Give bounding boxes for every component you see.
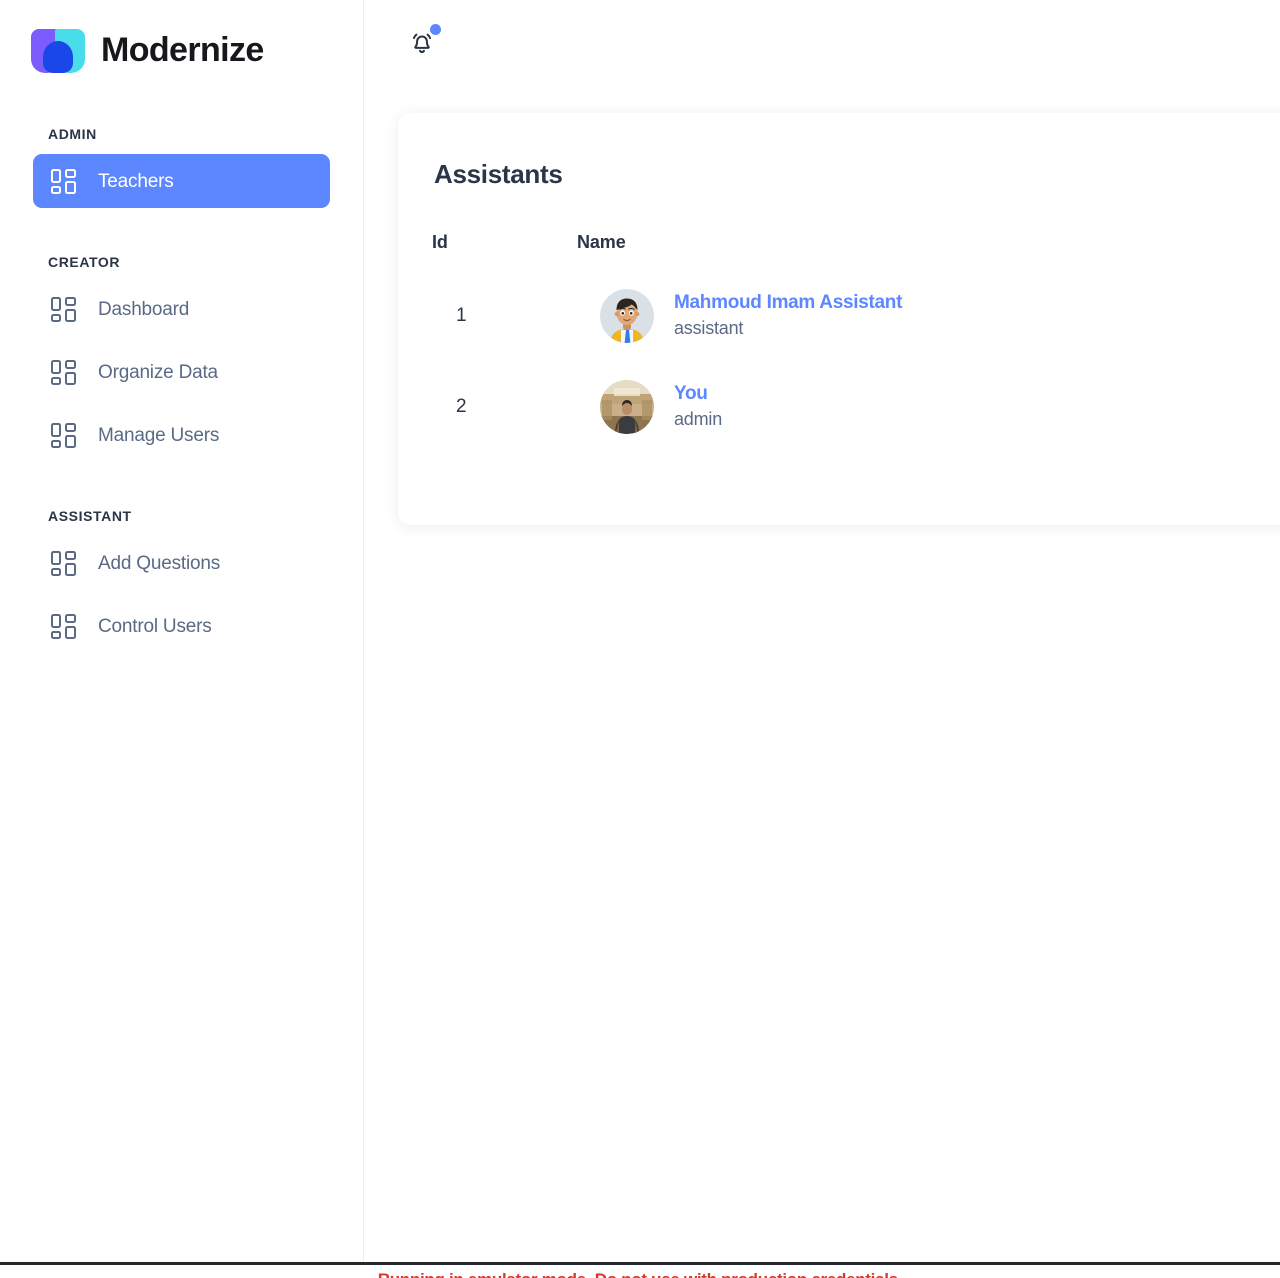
sidebar-item-teachers[interactable]: Teachers <box>33 154 330 208</box>
emulator-banner: Running in emulator mode. Do not use wit… <box>0 1262 1280 1278</box>
emulator-banner-text: Running in emulator mode. Do not use wit… <box>0 1270 1280 1278</box>
cell-name: Mahmoud Imam Assistant assistant <box>577 253 1280 344</box>
brand[interactable]: Modernize <box>0 0 363 74</box>
sidebar-section-admin-title: ADMIN <box>48 126 97 142</box>
grid-icon <box>51 359 76 385</box>
cell-id: 2 <box>456 396 467 417</box>
grid-icon <box>51 422 76 448</box>
sidebar-item-label: Organize Data <box>98 361 218 383</box>
avatar <box>600 289 654 343</box>
sidebar-nav: ADMIN Teachers CREATOR Dashboard Organiz… <box>0 126 363 653</box>
sidebar: Modernize ADMIN Teachers CREATOR Dashboa… <box>0 0 364 1262</box>
brand-name: Modernize <box>101 31 264 69</box>
sidebar-item-label: Add Questions <box>98 552 221 574</box>
person-cell: You admin <box>578 380 1280 434</box>
table-body: 1 Mahmoud Imam Assistant assistant 2 You… <box>432 253 1280 435</box>
person-name-link[interactable]: You <box>674 383 722 405</box>
grid-icon <box>51 550 76 576</box>
person-role: admin <box>674 409 723 430</box>
sidebar-item-add-questions[interactable]: Add Questions <box>33 536 330 590</box>
topbar <box>364 0 1280 88</box>
notification-badge-dot <box>430 24 441 35</box>
person-cell: Mahmoud Imam Assistant assistant <box>578 289 1280 343</box>
grid-icon <box>51 613 76 639</box>
sidebar-item-control-users[interactable]: Control Users <box>33 599 330 653</box>
cell-name: You admin <box>577 344 1280 435</box>
avatar <box>600 380 654 434</box>
sidebar-item-manage-users[interactable]: Manage Users <box>33 408 330 462</box>
main-content: Assistants Id Name 1 Mahmoud Imam Assist… <box>364 0 1280 1262</box>
assistants-card: Assistants Id Name 1 Mahmoud Imam Assist… <box>398 113 1280 525</box>
assistants-table: Id Name 1 Mahmoud Imam Assistant assista… <box>432 232 1280 435</box>
cell-id: 1 <box>456 305 467 326</box>
column-header-id: Id <box>432 232 448 252</box>
sidebar-item-organize-data[interactable]: Organize Data <box>33 345 330 399</box>
page-title: Assistants <box>434 159 563 189</box>
bell-icon <box>409 30 435 59</box>
sidebar-item-label: Teachers <box>98 170 174 192</box>
person-name-link[interactable]: Mahmoud Imam Assistant <box>674 292 902 314</box>
table-row: 2 You admin <box>432 344 1280 435</box>
sidebar-item-dashboard[interactable]: Dashboard <box>33 282 330 336</box>
sidebar-item-label: Manage Users <box>98 424 220 446</box>
app-root: Modernize ADMIN Teachers CREATOR Dashboa… <box>0 0 1280 1278</box>
table-row: 1 Mahmoud Imam Assistant assistant <box>432 253 1280 344</box>
person-role: assistant <box>674 318 744 339</box>
sidebar-item-label: Control Users <box>98 615 212 637</box>
grid-icon <box>51 168 76 194</box>
column-header-name: Name <box>577 232 626 252</box>
table-head: Id Name <box>432 232 1280 253</box>
notifications-button[interactable] <box>401 23 443 65</box>
grid-icon <box>51 296 76 322</box>
sidebar-item-label: Dashboard <box>98 298 190 320</box>
table-header-row: Id Name <box>432 232 1280 253</box>
modernize-logo-icon <box>31 27 85 74</box>
sidebar-section-assistant-title: ASSISTANT <box>48 508 132 524</box>
sidebar-section-creator-title: CREATOR <box>48 254 121 270</box>
